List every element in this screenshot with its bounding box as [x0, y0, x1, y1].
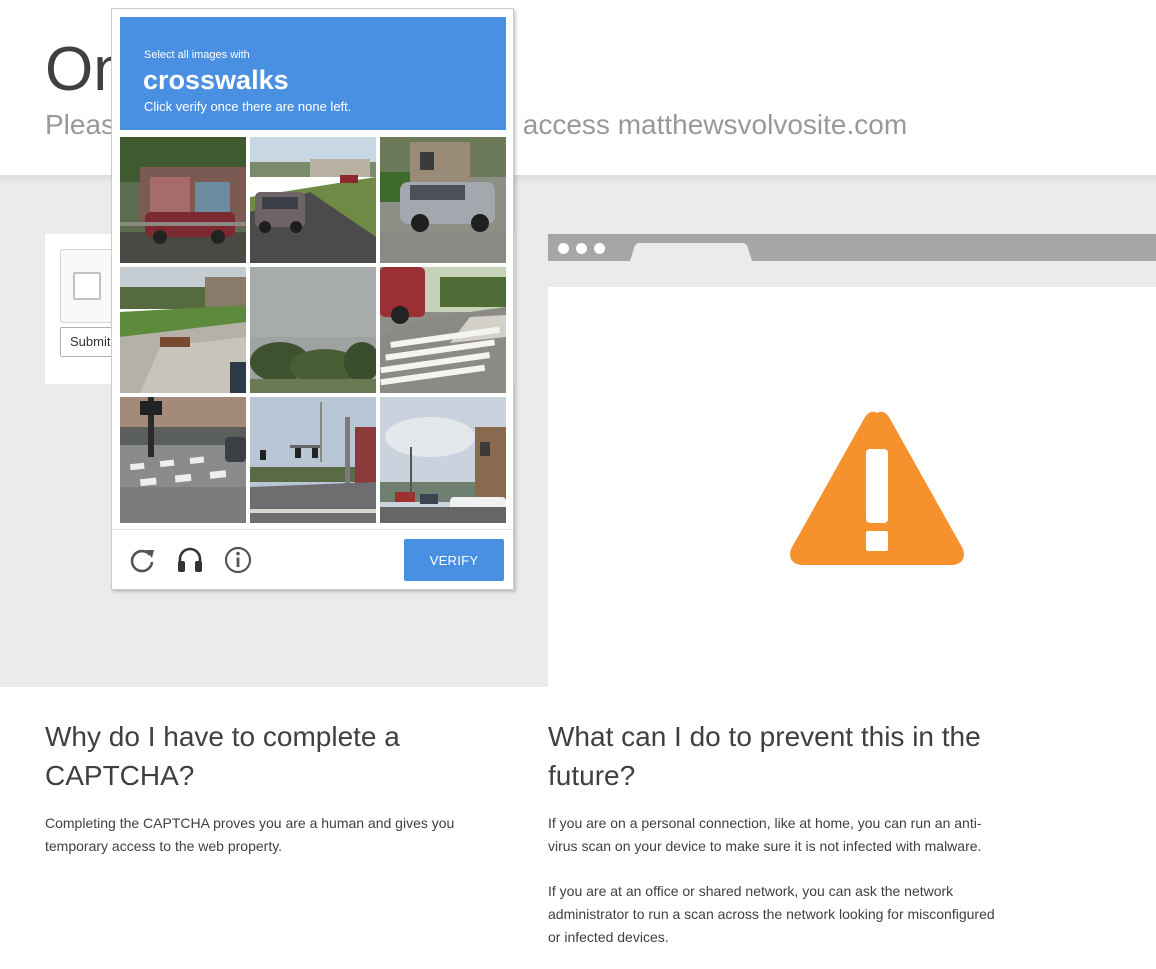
captcha-challenge-popup: Select all images with crosswalks Click … — [111, 8, 514, 590]
image-tile[interactable] — [250, 267, 376, 393]
why-heading: Why do I have to complete a CAPTCHA? — [45, 721, 400, 791]
audio-icon[interactable] — [175, 545, 205, 575]
prevent-body-1: If you are on a personal connection, lik… — [548, 815, 982, 854]
prevent-body-2: If you are at an office or shared networ… — [548, 883, 995, 945]
image-tile[interactable] — [380, 397, 506, 523]
challenge-prompt-small: Select all images with — [144, 49, 250, 61]
image-tile[interactable] — [380, 267, 506, 393]
browser-tab — [630, 242, 752, 261]
image-tile[interactable] — [250, 137, 376, 263]
image-tile[interactable] — [250, 397, 376, 523]
window-dot-icon — [558, 243, 569, 254]
challenge-prompt-target: crosswalks — [143, 65, 289, 95]
info-icon[interactable] — [223, 545, 253, 575]
challenge-header: Select all images with crosswalks Click … — [120, 17, 506, 130]
image-tile[interactable] — [380, 137, 506, 263]
prevent-heading: What can I do to prevent this in the fut… — [548, 721, 981, 791]
prevent-section: What can I do to prevent this in the fut… — [548, 717, 1008, 949]
image-tile[interactable] — [120, 267, 246, 393]
image-tile[interactable] — [120, 397, 246, 523]
challenge-prompt-hint: Click verify once there are none left. — [144, 99, 352, 114]
window-dot-icon — [594, 243, 605, 254]
warning-icon — [790, 411, 964, 565]
captcha-checkbox[interactable] — [73, 272, 101, 300]
verify-button[interactable]: VERIFY — [404, 539, 504, 581]
image-tile[interactable] — [120, 137, 246, 263]
why-body: Completing the CAPTCHA proves you are a … — [45, 815, 455, 854]
window-dot-icon — [576, 243, 587, 254]
footer-divider — [112, 529, 513, 530]
why-section: Why do I have to complete a CAPTCHA? Com… — [45, 717, 505, 858]
reload-icon[interactable] — [127, 545, 157, 575]
image-grid — [120, 137, 506, 523]
